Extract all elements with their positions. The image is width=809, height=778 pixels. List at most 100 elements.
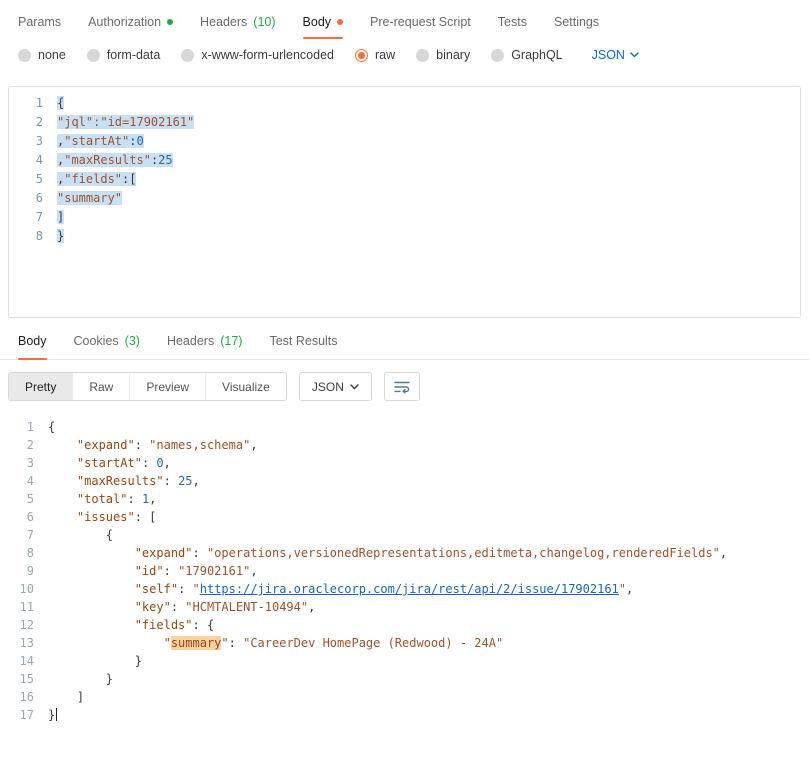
tab-headers[interactable]: Headers (10): [200, 0, 275, 44]
response-tab-test-results[interactable]: Test Results: [269, 323, 337, 359]
view-preview-button[interactable]: Preview: [129, 373, 205, 400]
code-token: :: [129, 134, 137, 148]
content-dot: [337, 19, 344, 25]
code-token: ,: [250, 438, 258, 452]
tab-label: Pre-request Script: [370, 15, 471, 29]
code-text: {: [57, 94, 65, 113]
code-token: "startAt": [76, 456, 142, 470]
code-token: ,: [163, 456, 171, 470]
tab-label: Body: [302, 15, 332, 29]
code-token: ,: [626, 582, 634, 596]
code-text: "summary": [57, 189, 123, 208]
code-text: }: [48, 670, 113, 688]
radio-label: raw: [375, 48, 396, 62]
code-line: 4 "maxResults": 25,: [0, 472, 809, 490]
tab-authorization[interactable]: Authorization: [88, 0, 174, 44]
response-tab-cookies[interactable]: Cookies (3): [74, 323, 140, 359]
wrap-text-button[interactable]: [383, 372, 420, 401]
line-number: 8: [35, 229, 43, 243]
response-tab-headers[interactable]: Headers (17): [167, 323, 242, 359]
code-line: 2 "jql":"id=17902161": [9, 113, 800, 132]
code-token: {: [206, 618, 215, 632]
code-text: {: [48, 526, 113, 544]
code-token: :[: [122, 172, 137, 186]
language-value: JSON: [591, 48, 625, 62]
radio-label: none: [38, 48, 66, 62]
radio-icon: [86, 48, 100, 62]
code-token: "operations,versionedRepresentations,edi…: [206, 546, 720, 560]
tab-label: Cookies: [73, 334, 119, 348]
line-number: 3: [26, 456, 34, 470]
code-line: 5 ,"fields":[: [9, 170, 800, 189]
code-token: "fields": [134, 618, 193, 632]
line-number: 11: [19, 600, 34, 614]
response-toolbar: Pretty Raw Preview Visualize JSON: [0, 360, 809, 411]
body-type-graphql[interactable]: GraphQL: [491, 48, 563, 62]
body-type-x-www-form-urlencoded[interactable]: x-www-form-urlencoded: [181, 48, 334, 62]
chevron-down-icon: [630, 52, 639, 58]
line-number: 1: [35, 96, 43, 110]
code-token: 0: [136, 134, 144, 148]
code-line: 3 "startAt": 0,: [0, 454, 809, 472]
code-token: ": [618, 582, 627, 596]
code-token: "id": [134, 564, 164, 578]
headers-count-badge: (10): [253, 15, 276, 29]
code-line: 4 ,"maxResults":25: [9, 151, 800, 170]
code-token: :: [127, 492, 142, 506]
tab-body[interactable]: Body: [302, 0, 344, 44]
view-raw-button[interactable]: Raw: [72, 373, 129, 400]
body-type-raw[interactable]: raw: [355, 48, 395, 62]
code-line: 8 "expand": "operations,versionedReprese…: [0, 544, 809, 562]
code-token: "HCMTALENT-10494": [185, 600, 309, 614]
body-type-binary[interactable]: binary: [416, 48, 470, 62]
body-type-form-data[interactable]: form-data: [86, 48, 160, 62]
request-language-select[interactable]: JSON: [592, 48, 639, 62]
code-token: :: [178, 582, 193, 596]
code-line: 7 {: [0, 526, 809, 544]
code-token: "jql":"id=17902161": [57, 115, 195, 129]
code-line: 1{: [0, 418, 809, 436]
tab-settings[interactable]: Settings: [554, 0, 599, 44]
view-visualize-button[interactable]: Visualize: [205, 373, 286, 400]
code-token: {: [57, 96, 65, 110]
code-token: :: [170, 600, 186, 614]
tab-tests[interactable]: Tests: [498, 0, 527, 44]
code-token: "issues": [76, 510, 135, 524]
response-tab-body[interactable]: Body: [18, 323, 47, 360]
radio-label: x-www-form-urlencoded: [201, 48, 334, 62]
code-text: "total": 1,: [48, 490, 157, 508]
code-text: ,"maxResults":25: [57, 151, 173, 170]
code-text: "summary": "CareerDev HomePage (Redwood)…: [48, 634, 503, 652]
content-dot: [167, 19, 174, 25]
code-token: }: [48, 708, 56, 722]
response-url-link[interactable]: https://jira.oraclecorp.com/jira/rest/ap…: [200, 582, 619, 596]
code-line: 16 ]: [0, 688, 809, 706]
response-body-viewer[interactable]: 1{2 "expand": "names,schema", 3 "startAt"…: [0, 411, 809, 724]
code-text: }: [48, 706, 58, 724]
radio-label: binary: [436, 48, 471, 62]
tab-label: Body: [18, 334, 47, 348]
code-token: [: [149, 510, 157, 524]
view-pretty-button[interactable]: Pretty: [9, 373, 73, 400]
body-type-none[interactable]: none: [18, 48, 66, 62]
code-line: 7]: [9, 208, 800, 227]
tab-params[interactable]: Params: [18, 0, 61, 44]
request-body-editor[interactable]: 1{2 "jql":"id=17902161" 3 ,"startAt":0 4 ,"ma…: [8, 86, 801, 318]
radio-icon: [491, 48, 505, 62]
cookies-count-badge: (3): [124, 334, 140, 348]
response-language-select[interactable]: JSON: [298, 372, 372, 401]
code-token: 25: [158, 153, 173, 167]
code-text: "startAt": 0,: [48, 454, 171, 472]
tab-pre-request-script[interactable]: Pre-request Script: [370, 0, 471, 44]
code-text: ,"fields":[: [57, 170, 137, 189]
tab-label: Authorization: [88, 15, 162, 29]
code-token: ": [221, 636, 229, 650]
line-number: 7: [35, 210, 43, 224]
code-token: ": [163, 636, 171, 650]
code-text: ]: [48, 688, 84, 706]
radio-label: GraphQL: [511, 48, 563, 62]
code-text: "id": "17902161",: [48, 562, 258, 580]
